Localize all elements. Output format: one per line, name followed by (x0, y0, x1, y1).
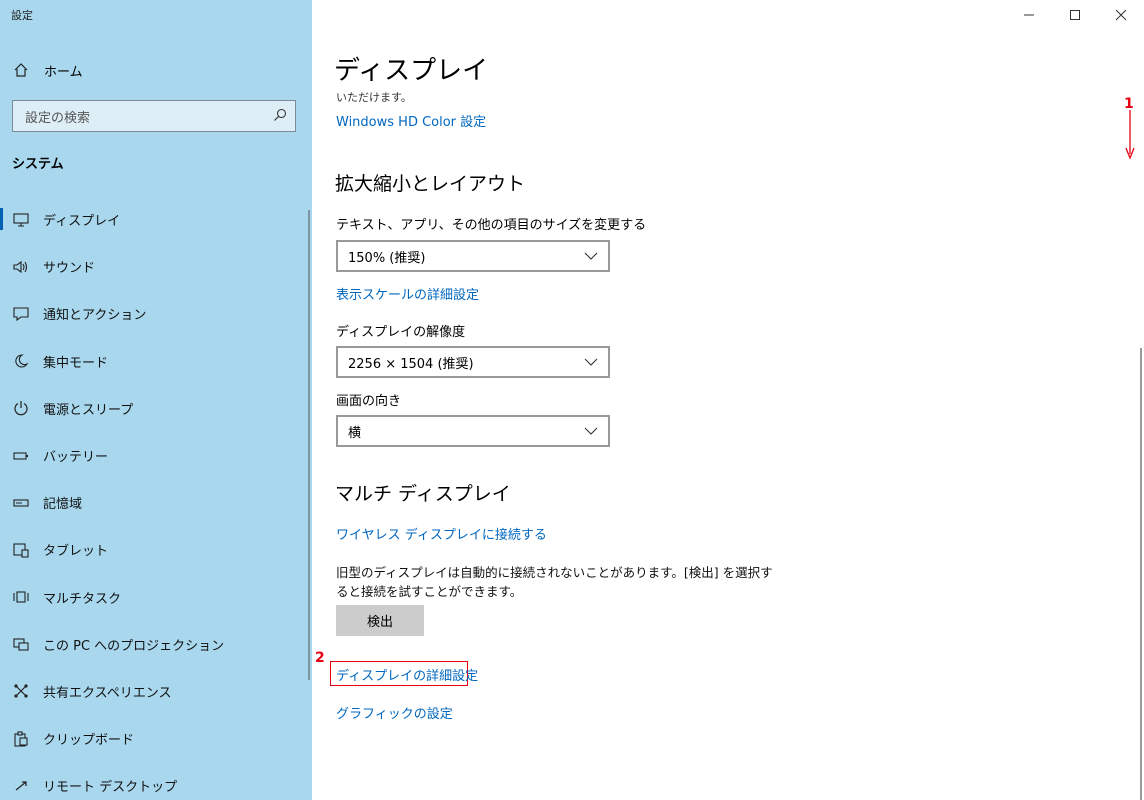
sidebar-item-label: 集中モード (43, 355, 109, 371)
sidebar-item-label: サウンド (43, 261, 96, 277)
annotation-marker-2: 2 (315, 650, 325, 666)
orientation-dropdown[interactable]: 横 (336, 415, 610, 447)
main-scrollbar[interactable] (1140, 348, 1142, 800)
sidebar-item-label: タブレット (43, 544, 109, 560)
wireless-display-link[interactable]: ワイヤレス ディスプレイに接続する (336, 524, 547, 543)
close-button[interactable] (1098, 0, 1144, 30)
sidebar-item-clipboard[interactable]: クリップボード (0, 715, 312, 762)
detect-button[interactable]: 検出 (336, 605, 424, 636)
text-size-dropdown[interactable]: 150% (推奨) (336, 240, 610, 272)
sidebar-item-label: リモート デスクトップ (43, 780, 178, 796)
sidebar: 設定 ホーム 設定の検索 システム ディスプレイ サウンド 通知とアクション 集… (0, 0, 312, 800)
notification-icon (11, 306, 31, 322)
chevron-down-icon (584, 424, 598, 439)
main-panel: ディスプレイ いただけます。 Windows HD Color 設定 拡大縮小と… (312, 0, 1144, 800)
sidebar-item-multitasking[interactable]: マルチタスク (0, 574, 312, 621)
resolution-label: ディスプレイの解像度 (336, 325, 466, 340)
sidebar-item-remote-desktop[interactable]: リモート デスクトップ (0, 762, 312, 800)
home-label: ホーム (44, 64, 83, 80)
maximize-button[interactable] (1052, 0, 1098, 30)
sidebar-item-power[interactable]: 電源とスリープ (0, 385, 312, 432)
text-size-label: テキスト、アプリ、その他の項目のサイズを変更する (336, 218, 647, 233)
maximize-icon (1069, 6, 1081, 25)
sidebar-item-label: 通知とアクション (43, 308, 147, 324)
multitask-icon (11, 589, 31, 605)
search-placeholder: 設定の検索 (25, 110, 91, 126)
text-size-value: 150% (推奨) (348, 250, 426, 266)
sidebar-nav: ディスプレイ サウンド 通知とアクション 集中モード 電源とスリープ バッテリー… (0, 196, 312, 800)
sidebar-item-sound[interactable]: サウンド (0, 243, 312, 290)
sidebar-scrollbar[interactable] (308, 210, 310, 680)
scroll-down-arrow-icon (1125, 110, 1135, 160)
sidebar-item-battery[interactable]: バッテリー (0, 432, 312, 479)
sidebar-item-focus[interactable]: 集中モード (0, 338, 312, 385)
chevron-down-icon (584, 249, 598, 264)
close-icon (1115, 6, 1127, 25)
scale-advanced-link[interactable]: 表示スケールの詳細設定 (336, 284, 479, 303)
advanced-display-link[interactable]: ディスプレイの詳細設定 (336, 665, 478, 684)
section-label: システム (12, 157, 64, 172)
graphics-settings-link[interactable]: グラフィックの設定 (336, 703, 453, 722)
sidebar-item-label: マルチタスク (43, 591, 122, 607)
sidebar-item-notifications[interactable]: 通知とアクション (0, 290, 312, 337)
multi-display-heading: マルチ ディスプレイ (335, 483, 511, 505)
chevron-down-icon (584, 355, 598, 370)
sidebar-item-storage[interactable]: 記憶域 (0, 479, 312, 526)
power-icon (11, 400, 31, 416)
sidebar-item-display[interactable]: ディスプレイ (0, 196, 312, 243)
scale-layout-heading: 拡大縮小とレイアウト (335, 173, 526, 195)
remote-desktop-icon (11, 779, 31, 793)
sidebar-item-label: クリップボード (43, 733, 135, 749)
sidebar-item-label: 記憶域 (43, 497, 83, 513)
sidebar-item-tablet[interactable]: タブレット (0, 526, 312, 573)
speaker-icon (11, 260, 31, 274)
sidebar-item-label: ディスプレイ (43, 214, 121, 230)
minimize-icon (1023, 6, 1035, 25)
shared-experience-icon (11, 683, 31, 699)
window-title: 設定 (11, 9, 33, 22)
sidebar-item-label: 共有エクスペリエンス (43, 685, 172, 701)
page-title: ディスプレイ (334, 56, 489, 86)
sidebar-item-shared-experiences[interactable]: 共有エクスペリエンス (0, 668, 312, 715)
search-icon (273, 107, 287, 126)
minimize-button[interactable] (1006, 0, 1052, 30)
sidebar-item-label: バッテリー (43, 450, 109, 466)
search-input[interactable]: 設定の検索 (12, 100, 296, 132)
sidebar-item-label: この PC へのプロジェクション (43, 638, 225, 654)
sidebar-item-label: 電源とスリープ (43, 402, 134, 418)
projection-icon (11, 636, 31, 652)
sidebar-home[interactable]: ホーム (0, 52, 312, 88)
old-display-description: 旧型のディスプレイは自動的に接続されないことがあります。[検出] を選択すると接… (336, 565, 773, 599)
resolution-value: 2256 × 1504 (推奨) (348, 356, 474, 372)
moon-icon (11, 353, 31, 369)
orientation-value: 横 (348, 425, 362, 441)
hd-color-link[interactable]: Windows HD Color 設定 (336, 111, 486, 130)
orientation-label: 画面の向き (336, 394, 402, 409)
storage-icon (11, 498, 31, 508)
clipboard-icon (11, 731, 31, 747)
tablet-icon (11, 542, 31, 558)
cutoff-text: いただけます。 (336, 91, 412, 104)
monitor-icon (11, 213, 31, 227)
battery-icon (11, 451, 31, 461)
home-icon (11, 62, 31, 78)
sidebar-item-projection[interactable]: この PC へのプロジェクション (0, 621, 312, 668)
resolution-dropdown[interactable]: 2256 × 1504 (推奨) (336, 346, 610, 378)
